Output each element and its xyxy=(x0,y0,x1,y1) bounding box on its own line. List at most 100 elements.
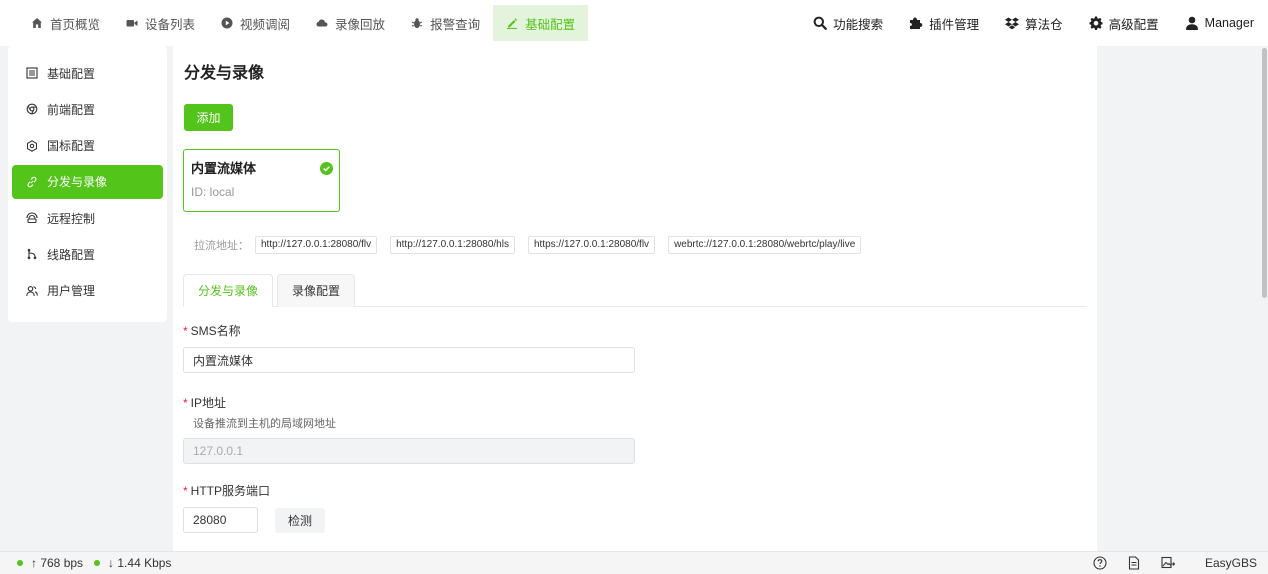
card-title: 内置流媒体 xyxy=(191,161,257,176)
play-circle-icon xyxy=(221,17,233,29)
check-circle-icon xyxy=(320,162,333,178)
video-camera-icon xyxy=(126,17,138,29)
bug-icon xyxy=(411,17,423,29)
algorithm-label: 算法仓 xyxy=(1025,17,1063,32)
sidebar-item-label: 线路配置 xyxy=(47,247,96,262)
required-mark: * xyxy=(183,396,188,410)
scrollbar-thumb[interactable] xyxy=(1262,48,1267,298)
page-scrollbar[interactable] xyxy=(1260,46,1268,551)
nav-item-devices[interactable]: 设备列表 xyxy=(113,5,208,41)
user-icon xyxy=(1185,16,1199,30)
required-mark: * xyxy=(183,324,188,338)
main-panel: 分发与录像 添加 内置流媒体 ID: local 拉流地址： http://12… xyxy=(173,46,1097,551)
nav-item-alarms[interactable]: 报警查询 xyxy=(398,5,493,41)
settings-icon xyxy=(26,139,38,152)
plugins-label: 插件管理 xyxy=(929,17,980,32)
status-bar: ↑ 768 bps ↓ 1.44 Kbps EasyGBS xyxy=(0,551,1268,574)
config-tabs: 分发与录像 录像配置 xyxy=(183,274,1087,307)
nav-item-label: 设备列表 xyxy=(145,17,196,32)
main-nav: 首页概览 设备列表 视频调阅 录像回放 报警查询 基础配置 xyxy=(0,0,589,46)
sidebar-item-routes[interactable]: 线路配置 xyxy=(12,237,163,271)
settings-sidebar: 基础配置 前端配置 国标配置 分发与录像 远程控制 线路配置 用户管理 xyxy=(8,46,167,322)
pull-url-label: 拉流地址： xyxy=(194,240,249,252)
document-icon[interactable] xyxy=(1127,556,1141,570)
sidebar-item-basic[interactable]: 基础配置 xyxy=(12,56,163,90)
pull-url-list: 拉流地址： http://127.0.0.1:28080/flv http://… xyxy=(194,236,874,254)
search-button[interactable]: 功能搜索 xyxy=(813,14,883,33)
nav-item-overview[interactable]: 首页概览 xyxy=(18,5,113,41)
branch-icon xyxy=(26,248,38,260)
chrome-icon xyxy=(26,103,38,115)
sidebar-item-frontend[interactable]: 前端配置 xyxy=(12,92,163,126)
list-icon xyxy=(26,67,38,79)
ip-hint: 设备推流到主机的局域网地址 xyxy=(193,418,336,430)
users-icon xyxy=(26,285,38,297)
card-id: ID: local xyxy=(191,185,235,199)
link-icon xyxy=(26,176,38,188)
algorithm-button[interactable]: 算法仓 xyxy=(1005,14,1063,33)
url-chip-flv[interactable]: http://127.0.0.1:28080/flv xyxy=(255,236,378,254)
sms-name-label: * SMS名称 xyxy=(183,324,241,338)
sidebar-item-label: 远程控制 xyxy=(47,211,96,226)
ip-input[interactable] xyxy=(183,438,635,464)
remote-icon xyxy=(26,212,38,224)
nav-item-label: 视频调阅 xyxy=(240,17,291,32)
sidebar-item-users[interactable]: 用户管理 xyxy=(12,274,163,308)
sidebar-item-gb[interactable]: 国标配置 xyxy=(12,129,163,163)
nav-item-label: 首页概览 xyxy=(50,17,101,32)
dropbox-icon xyxy=(1005,16,1020,30)
nav-item-label: 报警查询 xyxy=(430,17,481,32)
image-export-icon[interactable] xyxy=(1161,556,1175,570)
check-port-button[interactable]: 检测 xyxy=(275,507,326,533)
url-chip-webrtc[interactable]: webrtc://127.0.0.1:28080/webrtc/play/liv… xyxy=(668,236,862,254)
sidebar-item-label: 基础配置 xyxy=(47,66,96,81)
cloud-icon xyxy=(316,17,328,29)
media-server-card[interactable]: 内置流媒体 ID: local xyxy=(183,149,340,212)
status-actions: EasyGBS xyxy=(1073,556,1268,570)
http-port-input[interactable] xyxy=(183,507,258,533)
ip-field: * IP地址 设备推流到主机的局域网地址 xyxy=(183,394,635,464)
sidebar-item-label: 分发与录像 xyxy=(47,175,108,190)
gear-icon xyxy=(1089,16,1103,30)
nav-item-playback[interactable]: 录像回放 xyxy=(303,5,398,41)
add-button[interactable]: 添加 xyxy=(184,104,233,131)
toolbar: 功能搜索 插件管理 算法仓 高级配置 Manager xyxy=(787,0,1268,46)
edit-icon xyxy=(506,17,518,29)
tab-recording[interactable]: 录像配置 xyxy=(277,274,356,307)
download-rate: ↓ 1.44 Kbps xyxy=(108,556,172,570)
plugins-button[interactable]: 插件管理 xyxy=(909,14,979,33)
nav-item-label: 基础配置 xyxy=(525,17,576,32)
home-icon xyxy=(31,17,43,29)
nav-item-label: 录像回放 xyxy=(335,17,386,32)
user-menu[interactable]: Manager xyxy=(1185,16,1254,30)
brand-name: EasyGBS xyxy=(1204,556,1257,570)
search-label: 功能搜索 xyxy=(833,17,884,32)
advanced-config-button[interactable]: 高级配置 xyxy=(1089,14,1159,33)
required-mark: * xyxy=(183,484,188,498)
url-chip-https-flv[interactable]: https://127.0.0.1:28080/flv xyxy=(527,236,656,254)
tab-distribution[interactable]: 分发与录像 xyxy=(183,274,274,307)
top-nav-bar: 首页概览 设备列表 视频调阅 录像回放 报警查询 基础配置 功能搜索 插件管理 … xyxy=(0,0,1268,46)
http-port-label: * HTTP服务端口 xyxy=(183,484,271,498)
sidebar-item-label: 前端配置 xyxy=(47,102,96,117)
puzzle-icon xyxy=(909,16,923,30)
upload-status-dot xyxy=(17,560,23,566)
ip-label: * IP地址 xyxy=(183,396,227,410)
sms-name-field: * SMS名称 xyxy=(183,322,635,373)
sms-name-input[interactable] xyxy=(183,347,635,373)
http-port-row: 检测 xyxy=(183,507,326,533)
url-chip-hls[interactable]: http://127.0.0.1:28080/hls xyxy=(390,236,515,254)
help-icon[interactable] xyxy=(1093,556,1107,570)
nav-item-basic-config[interactable]: 基础配置 xyxy=(493,5,589,41)
user-name: Manager xyxy=(1204,16,1254,30)
sidebar-item-label: 国标配置 xyxy=(47,139,96,154)
sidebar-item-distribution[interactable]: 分发与录像 xyxy=(12,164,163,199)
upload-rate: ↑ 768 bps xyxy=(31,556,84,570)
download-status-dot xyxy=(94,560,101,566)
page-title: 分发与录像 xyxy=(184,65,265,82)
http-port-field: *HTTP服务端口 检测 xyxy=(183,482,326,533)
nav-item-video[interactable]: 视频调阅 xyxy=(208,5,303,41)
sidebar-item-remote[interactable]: 远程控制 xyxy=(12,201,163,235)
advanced-config-label: 高级配置 xyxy=(1108,17,1159,32)
sidebar-item-label: 用户管理 xyxy=(47,284,96,299)
